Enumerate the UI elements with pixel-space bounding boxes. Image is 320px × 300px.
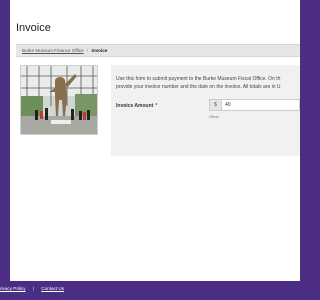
breadcrumb-current: Invoice: [91, 48, 108, 53]
invoice-amount-label: Invoice Amount *: [116, 103, 157, 109]
site-footer: rivacy Policy | Contact Us: [0, 286, 300, 294]
intro-line-2: provide your invoice number and the date…: [116, 83, 281, 90]
page-content: Invoice Burke Museum Finance Office / In…: [10, 0, 302, 281]
invoice-amount-input[interactable]: [222, 100, 301, 110]
contact-us-link[interactable]: Contact Us: [41, 286, 64, 291]
currency-addon: $: [210, 100, 222, 110]
invoice-amount-hint: Other: [209, 114, 220, 119]
museum-hall-image: [21, 66, 97, 134]
required-marker: *: [155, 103, 158, 109]
invoice-amount-label-text: Invoice Amount: [116, 103, 154, 109]
footer-separator: |: [32, 286, 35, 291]
form-intro-text: Use this form to submit payment to the B…: [116, 76, 302, 91]
breadcrumb: Burke Museum Finance Office / Invoice: [16, 44, 300, 57]
page-title: Invoice: [16, 22, 51, 34]
invoice-amount-field: $: [209, 99, 301, 111]
breadcrumb-parent-link[interactable]: Burke Museum Finance Office: [22, 48, 84, 53]
invoice-form-panel: Use this form to submit payment to the B…: [111, 65, 302, 156]
breadcrumb-separator: /: [86, 48, 89, 53]
intro-line-1: Use this form to submit payment to the B…: [116, 76, 281, 82]
museum-photo: [20, 65, 98, 135]
privacy-policy-link[interactable]: rivacy Policy: [0, 286, 26, 291]
